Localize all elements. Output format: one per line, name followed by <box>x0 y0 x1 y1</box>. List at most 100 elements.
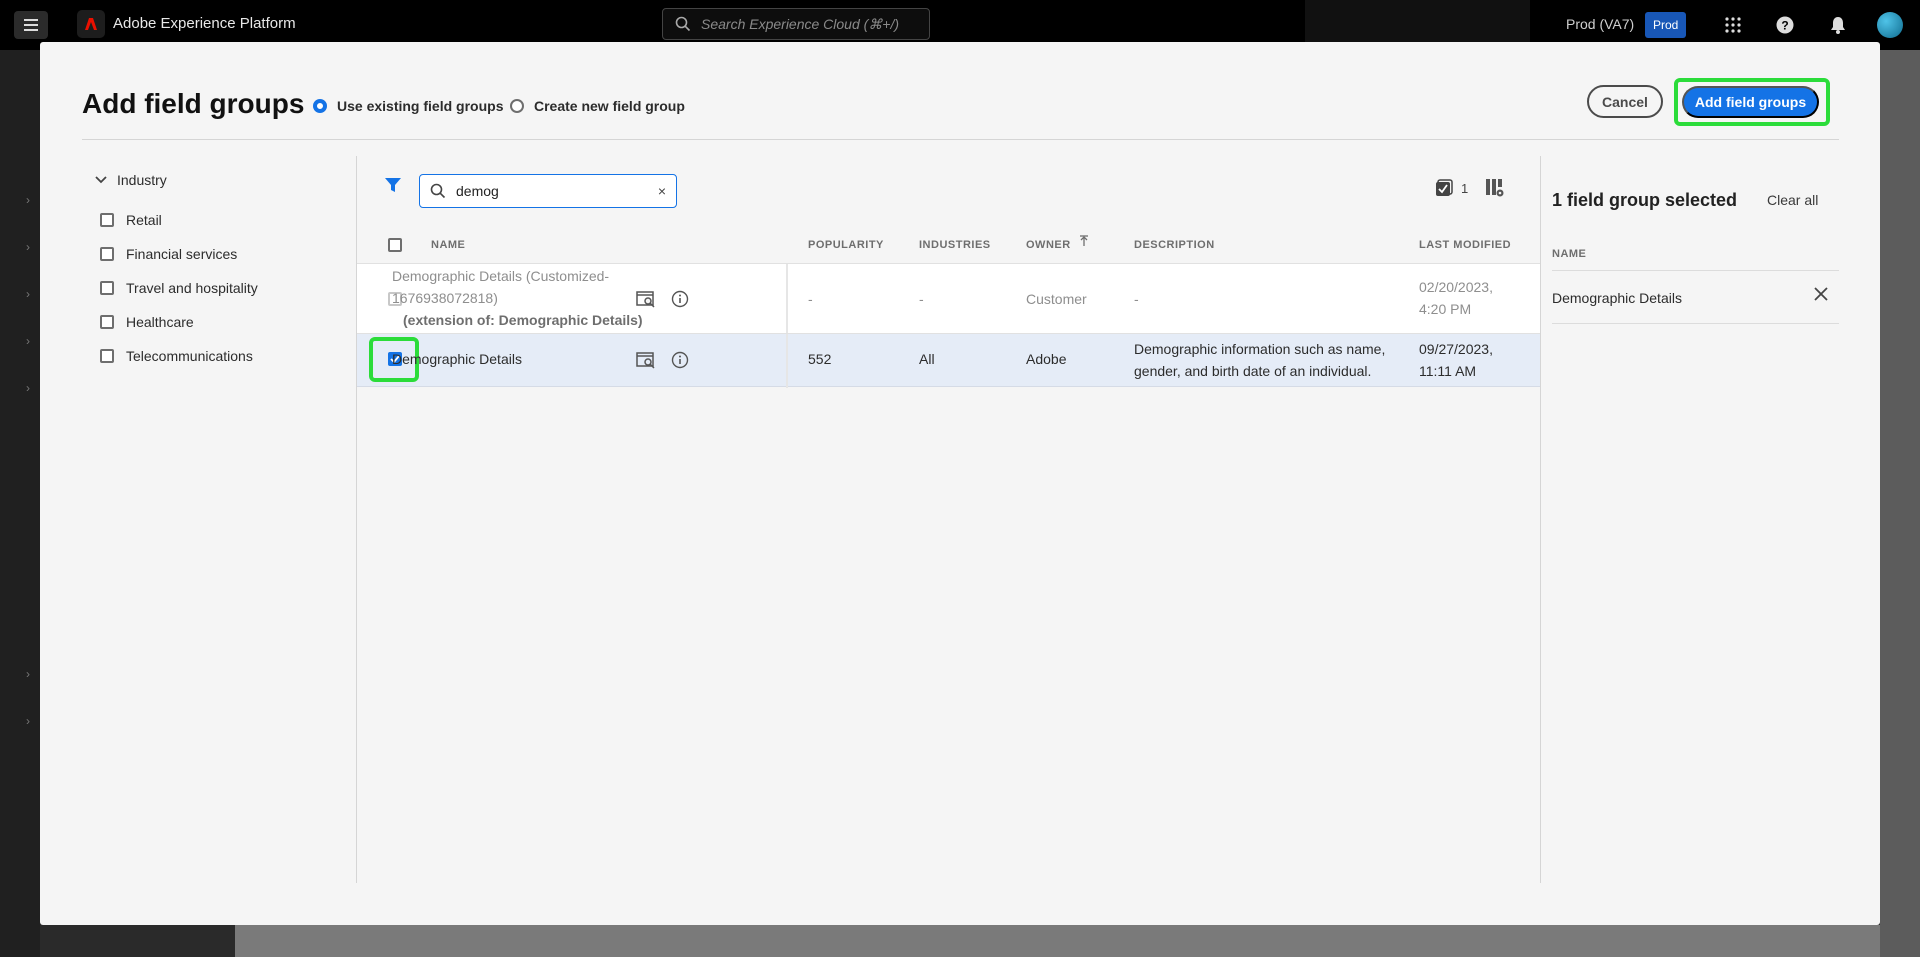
owner-value: Adobe <box>1026 351 1067 367</box>
column-header-name[interactable]: NAME <box>431 239 465 251</box>
owner-value: Customer <box>1026 291 1087 307</box>
user-avatar[interactable] <box>1877 12 1903 38</box>
app-title[interactable]: Adobe Experience Platform <box>113 15 296 32</box>
radio-selected-icon <box>313 99 327 113</box>
field-group-name: 1676938072818) <box>392 290 498 306</box>
checkbox[interactable] <box>100 349 114 363</box>
search-icon <box>675 16 691 32</box>
nav-chevron-icon: › <box>26 287 30 301</box>
background-page <box>235 925 1920 957</box>
filter-telecommunications[interactable]: Telecommunications <box>100 348 253 364</box>
clear-all-button[interactable]: Clear all <box>1767 192 1818 208</box>
remove-selected-icon[interactable] <box>1814 287 1828 306</box>
field-group-search-input[interactable]: demog × <box>419 174 677 208</box>
filter-financial-services[interactable]: Financial services <box>100 246 237 262</box>
popularity-value: - <box>808 291 813 307</box>
filter-label: Retail <box>126 212 162 228</box>
radio-use-existing[interactable]: Use existing field groups <box>313 98 503 114</box>
environment-label[interactable]: Prod (VA7) <box>1566 16 1634 32</box>
nav-chevron-icon: › <box>26 667 30 681</box>
apps-grid-icon[interactable] <box>1720 12 1746 38</box>
nav-chevron-icon: › <box>26 240 30 254</box>
description-value: - <box>1134 291 1139 307</box>
column-header-owner[interactable]: OWNER <box>1026 239 1071 251</box>
divider <box>82 139 1839 140</box>
checkbox[interactable] <box>100 247 114 261</box>
divider <box>1552 323 1839 324</box>
radio-use-existing-label: Use existing field groups <box>337 98 504 114</box>
nav-chevron-icon: › <box>26 714 30 728</box>
hamburger-icon <box>24 19 38 31</box>
search-icon <box>430 183 446 199</box>
filter-label: Telecommunications <box>126 348 253 364</box>
column-header-industries[interactable]: INDUSTRIES <box>919 239 991 251</box>
left-navigation: › › › › › › › <box>0 50 40 957</box>
cancel-button[interactable]: Cancel <box>1587 85 1663 118</box>
last-modified-value: 09/27/2023, <box>1419 341 1493 357</box>
filter-funnel-icon[interactable] <box>384 176 402 199</box>
sort-ascending-icon[interactable] <box>1079 235 1089 247</box>
radio-unselected-icon <box>510 99 524 113</box>
column-settings-icon[interactable] <box>1485 178 1505 203</box>
extension-note: (extension of: Demographic Details) <box>403 312 643 328</box>
svg-text:?: ? <box>1781 19 1788 33</box>
table-row[interactable]: Demographic Details (Customized- 1676938… <box>357 263 1540 334</box>
clear-search-icon[interactable]: × <box>658 183 666 199</box>
select-all-checkbox[interactable] <box>388 238 402 252</box>
filter-label: Travel and hospitality <box>126 280 258 296</box>
nav-chevron-icon: › <box>26 193 30 207</box>
column-divider <box>786 334 788 388</box>
selection-count-value: 1 <box>1461 180 1469 196</box>
selected-item-name: Demographic Details <box>1552 290 1682 306</box>
divider <box>1552 270 1839 271</box>
info-icon[interactable] <box>669 349 691 371</box>
add-field-groups-button[interactable]: Add field groups <box>1682 86 1819 118</box>
preview-icon[interactable] <box>635 349 657 371</box>
industries-value: All <box>919 351 935 367</box>
selected-count-title: 1 field group selected <box>1552 190 1738 210</box>
checkbox[interactable] <box>100 213 114 227</box>
nav-chevron-icon: › <box>26 334 30 348</box>
industries-value: - <box>919 291 924 307</box>
checkbox[interactable] <box>100 315 114 329</box>
field-group-name: Demographic Details <box>392 351 522 367</box>
checkbox[interactable] <box>100 281 114 295</box>
filter-label: Healthcare <box>126 314 194 330</box>
nav-chevron-icon: › <box>26 381 30 395</box>
column-header-description[interactable]: DESCRIPTION <box>1134 239 1215 251</box>
description-value: Demographic information such as name, <box>1134 341 1386 357</box>
last-modified-value: 11:11 AM <box>1419 363 1477 379</box>
last-modified-value: 02/20/2023, <box>1419 279 1493 295</box>
background-page-right <box>1880 50 1920 957</box>
panel-divider <box>1540 156 1541 883</box>
column-header-last-modified[interactable]: LAST MODIFIED <box>1419 239 1511 251</box>
last-modified-value: 4:20 PM <box>1419 301 1472 317</box>
filter-retail[interactable]: Retail <box>100 212 162 228</box>
preview-icon[interactable] <box>635 288 657 310</box>
global-search-placeholder: Search Experience Cloud (⌘+/) <box>701 15 900 32</box>
industry-filter-heading: Industry <box>117 172 167 188</box>
chevron-down-icon <box>95 176 107 184</box>
checkbox-stack-icon <box>1436 179 1453 196</box>
column-header-popularity[interactable]: POPULARITY <box>808 239 884 251</box>
filter-healthcare[interactable]: Healthcare <box>100 314 194 330</box>
table-row-selected[interactable]: Demographic Details 552 All Adobe Demogr… <box>357 333 1540 388</box>
filter-travel-hospitality[interactable]: Travel and hospitality <box>100 280 258 296</box>
info-icon[interactable] <box>669 288 691 310</box>
help-icon[interactable]: ? <box>1772 12 1798 38</box>
selection-count[interactable]: 1 <box>1435 179 1468 197</box>
environment-badge[interactable]: Prod <box>1645 12 1687 38</box>
notification-bell-icon[interactable] <box>1825 12 1851 38</box>
dialog-title: Add field groups <box>82 88 305 119</box>
search-value: demog <box>456 183 499 199</box>
popularity-value: 552 <box>808 351 832 367</box>
adobe-logo[interactable] <box>77 10 105 38</box>
adobe-icon <box>85 18 97 30</box>
radio-create-new-label: Create new field group <box>534 98 685 114</box>
radio-create-new[interactable]: Create new field group <box>510 98 685 114</box>
menu-button[interactable] <box>14 11 48 39</box>
description-value: gender, and birth date of an individual. <box>1134 363 1372 379</box>
filter-label: Financial services <box>126 246 238 262</box>
global-search-field[interactable]: Search Experience Cloud (⌘+/) <box>662 8 930 40</box>
industry-filter-toggle[interactable]: Industry <box>95 172 167 188</box>
